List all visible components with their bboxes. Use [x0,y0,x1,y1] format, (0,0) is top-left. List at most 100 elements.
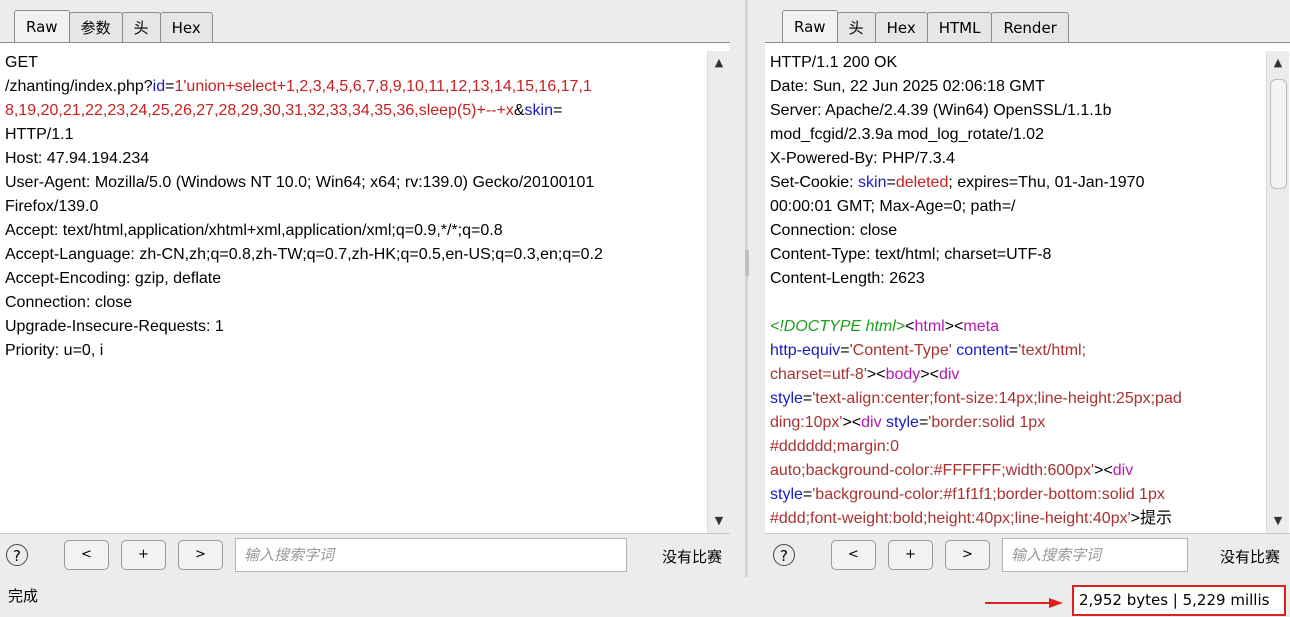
response-token: = [1008,342,1019,359]
response-token: >< [1094,462,1113,479]
response-token: #ddd;font-weight:bold;height:40px;line-h… [770,510,1131,527]
response-token: = [886,174,896,191]
search-prev-button[interactable]: < [64,539,109,570]
response-metrics: 2,952 bytes | 5,229 millis [1072,585,1286,616]
request-tab-params[interactable]: 参数 [68,12,123,42]
response-token: ; expires=Thu, 01-Jan-1970 [948,174,1145,191]
scroll-up-icon[interactable]: ▲ [708,55,730,71]
response-token: ding:10px' [770,414,843,431]
request-token: Accept-Encoding: gzip, deflate [5,270,222,287]
response-token: 00:00:01 GMT; Max-Age=0; path=/ [770,198,1016,215]
scroll-down-icon[interactable]: ▼ [708,513,730,529]
red-arrow-icon [985,598,1063,608]
response-line: http-equiv='Content-Type' content='text/… [770,339,1182,363]
response-line: Date: Sun, 22 Jun 2025 02:06:18 GMT [770,75,1182,99]
request-tab-headers[interactable]: 头 [121,12,161,42]
response-token: div [1112,462,1134,479]
response-line: mod_fcgid/2.3.9a mod_log_rotate/1.02 [770,123,1182,147]
response-line: 00:00:01 GMT; Max-Age=0; path=/ [770,195,1182,219]
request-token: 8,19,20,21,22,23,24,25,26,27,28,29,30,31… [5,102,514,119]
response-token: >< [944,318,964,335]
response-line: <!DOCTYPE html><html><meta [770,315,1182,339]
response-token: 'background-color:#f1f1f1;border-bottom:… [812,486,1165,503]
pane-splitter[interactable] [740,0,765,577]
response-match-count: 没有比赛 [1219,548,1280,566]
response-line: style='text-align:center;font-size:14px;… [770,387,1182,411]
search-add-button[interactable]: + [121,539,166,570]
splitter-grip-icon[interactable] [745,250,749,276]
search-next-button[interactable]: > [178,539,223,570]
response-token: style [886,414,919,431]
request-token: id [152,78,166,95]
response-search-toolbar: ? < + > 输入搜索字词 没有比赛 [765,532,1290,577]
response-text: HTTP/1.1 200 OK Date: Sun, 22 Jun 2025 02… [770,51,1182,531]
request-token: /zhanting/index.php? [5,78,153,95]
request-token: HTTP/1.1 [5,126,74,143]
response-token: div [938,366,960,383]
search-prev-button[interactable]: < [831,539,876,570]
request-line: Priority: u=0, i [5,339,603,363]
request-tab-bar: Raw 参数 头 Hex [0,10,213,42]
request-token: Connection: close [5,294,133,311]
help-icon[interactable]: ? [6,543,28,566]
request-scrollbar[interactable]: ▲ ▼ [707,51,730,533]
response-token: >< [920,366,939,383]
search-add-button[interactable]: + [888,539,933,570]
response-line: Set-Cookie: skin=deleted; expires=Thu, 0… [770,171,1182,195]
request-line: Firefox/139.0 [5,195,603,219]
response-token: meta [963,318,999,335]
response-editor[interactable]: HTTP/1.1 200 OK Date: Sun, 22 Jun 2025 02… [765,42,1290,534]
scroll-down-icon[interactable]: ▼ [1267,513,1289,529]
scroll-up-icon[interactable]: ▲ [1267,55,1289,71]
splitter-bar [745,0,748,577]
request-token: Priority: u=0, i [5,342,104,359]
search-next-button[interactable]: > [945,539,990,570]
response-token: content [956,342,1009,359]
request-tab-raw[interactable]: Raw [14,10,70,42]
response-tab-hex[interactable]: Hex [874,12,928,42]
request-line: /zhanting/index.php?id=1'union+select+1,… [5,75,603,99]
request-match-count: 没有比赛 [661,548,722,566]
request-line: Accept-Encoding: gzip, deflate [5,267,603,291]
response-line: #ddd;font-weight:bold;height:40px;line-h… [770,507,1182,531]
response-token: deleted [895,174,949,191]
help-icon[interactable]: ? [773,543,795,566]
request-token: Firefox/139.0 [5,198,99,215]
response-line: style='background-color:#f1f1f1;border-b… [770,483,1182,507]
response-token: Content-Length: 2623 [770,270,925,287]
response-tab-raw[interactable]: Raw [782,10,838,42]
response-tab-html[interactable]: HTML [926,12,993,42]
response-token: X-Powered-By: PHP/7.3.4 [770,150,955,167]
request-line: HTTP/1.1 [5,123,603,147]
status-text: 完成 [8,587,39,605]
request-search-input[interactable]: 输入搜索字词 [235,537,627,572]
request-token: Accept-Language: zh-CN,zh;q=0.8,zh-TW;q=… [5,246,603,263]
request-editor[interactable]: GET/zhanting/index.php?id=1'union+select… [0,42,730,534]
response-line: Connection: close [770,219,1182,243]
request-token: 1'union+select+1,2,3,4,5,6,7,8,9,10,11,1… [174,78,592,95]
request-line: Upgrade-Insecure-Requests: 1 [5,315,603,339]
request-search-toolbar: ? < + > 输入搜索字词 没有比赛 [0,532,740,577]
response-token: >< [866,366,886,383]
response-search-input[interactable]: 输入搜索字词 [1002,537,1188,572]
response-token: Date: Sun, 22 Jun 2025 02:06:18 GMT [770,78,1045,95]
response-tab-headers[interactable]: 头 [836,12,876,42]
response-token: style [770,390,803,407]
response-line: ding:10px'><div style='border:solid 1px [770,411,1182,435]
response-token: 'border:solid 1px [928,414,1046,431]
response-token: = [840,342,850,359]
request-line: Accept: text/html,application/xhtml+xml,… [5,219,603,243]
response-tab-render[interactable]: Render [991,12,1069,42]
response-line: Content-Length: 2623 [770,267,1182,291]
response-scrollbar[interactable]: ▲ ▼ [1266,51,1289,533]
response-token: html [914,318,945,335]
request-tab-hex[interactable]: Hex [159,12,213,42]
request-text: GET/zhanting/index.php?id=1'union+select… [5,51,603,363]
response-token: Server: Apache/2.4.39 (Win64) OpenSSL/1.… [770,102,1112,119]
scroll-thumb[interactable] [1270,79,1287,189]
request-pane: Raw 参数 头 Hex GET/zhanting/index.php?id=1… [0,0,740,577]
response-line: Server: Apache/2.4.39 (Win64) OpenSSL/1.… [770,99,1182,123]
response-token: charset=utf-8' [770,366,867,383]
response-token: #dddddd;margin:0 [770,438,899,455]
response-token: <!DOCTYPE html> [770,318,906,335]
